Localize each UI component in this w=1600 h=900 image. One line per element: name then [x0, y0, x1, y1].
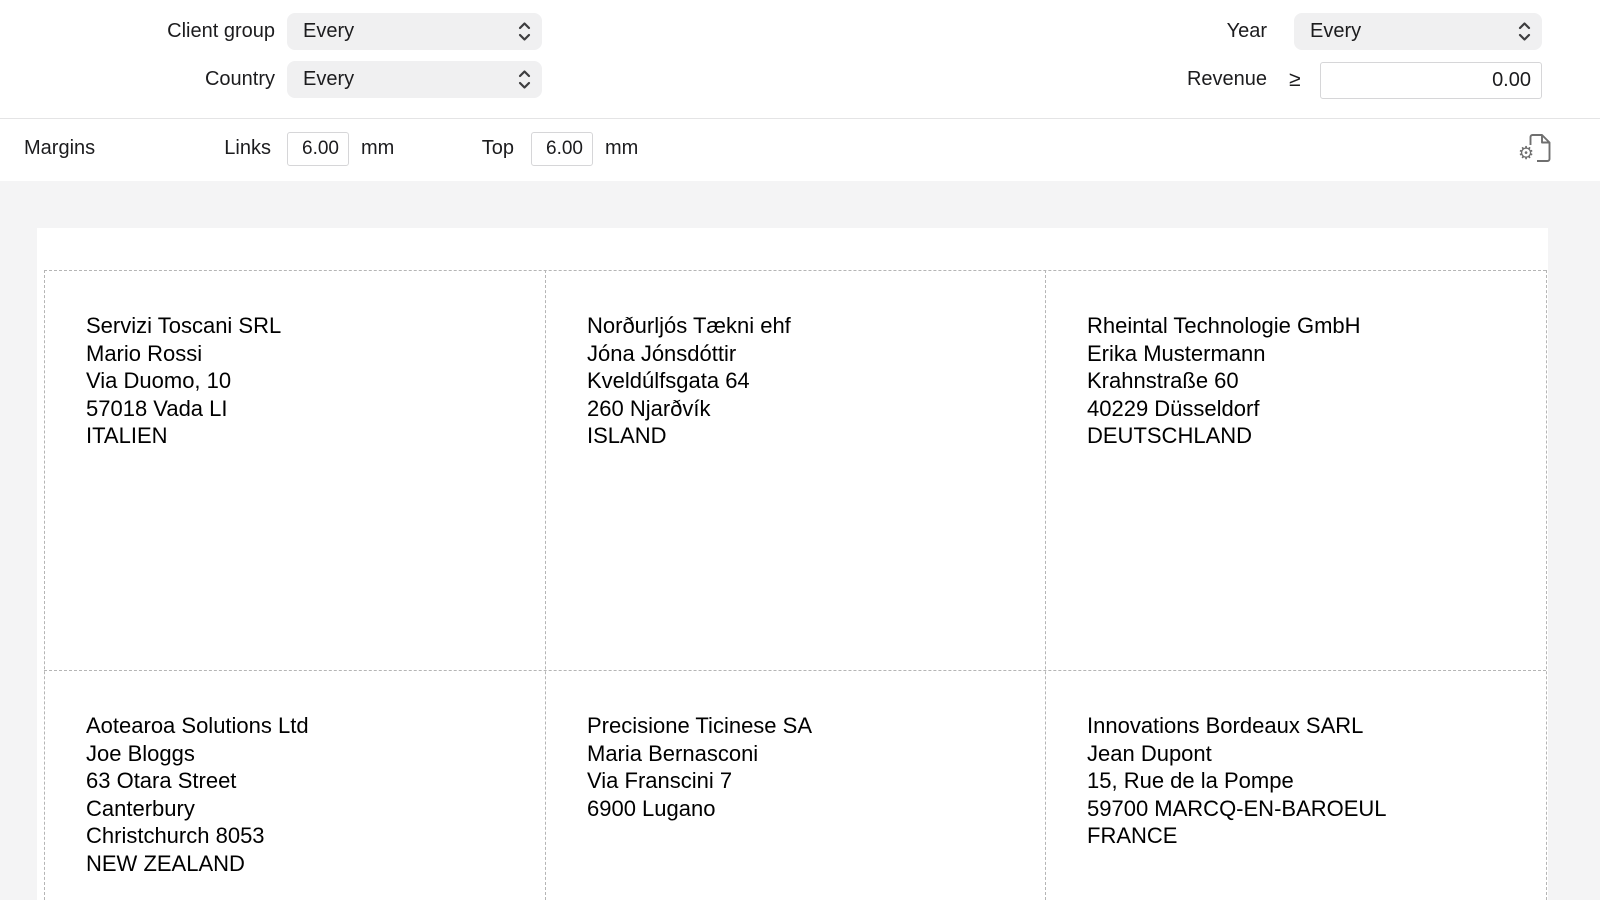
address-label: Aotearoa Solutions LtdJoe Bloggs63 Otara…	[44, 670, 545, 900]
revenue-input[interactable]	[1320, 62, 1542, 99]
gear-icon: ⚙	[1518, 145, 1534, 163]
client-group-select[interactable]: Every	[287, 13, 542, 50]
address-line: 260 Njarðvík	[587, 395, 1035, 423]
year-select[interactable]: Every	[1294, 13, 1542, 50]
address-label: Precisione Ticinese SAMaria BernasconiVi…	[545, 670, 1045, 900]
client-group-value: Every	[287, 20, 354, 43]
filter-bar: Client group Every Country Every Year Ev…	[0, 0, 1600, 118]
margin-left-label: Links	[150, 137, 271, 160]
label-preview-area: Servizi Toscani SRLMario RossiVia Duomo,…	[0, 181, 1600, 900]
address-line: Krahnstraße 60	[1087, 367, 1536, 395]
address-line: 40229 Düsseldorf	[1087, 395, 1536, 423]
margins-bar: Margins Links mm Top mm ⚙	[0, 118, 1600, 182]
address-line: Jóna Jónsdóttir	[587, 340, 1035, 368]
margin-left-unit: mm	[361, 137, 394, 160]
address-line: Maria Bernasconi	[587, 740, 1035, 768]
address-line: Via Franscini 7	[587, 767, 1035, 795]
address-label: Rheintal Technologie GmbHErika Musterman…	[1045, 270, 1546, 670]
address-line: ISLAND	[587, 422, 1035, 450]
address-line: DEUTSCHLAND	[1087, 422, 1536, 450]
address-line: Servizi Toscani SRL	[86, 312, 535, 340]
address-line: 63 Otara Street	[86, 767, 535, 795]
address-line: Erika Mustermann	[1087, 340, 1536, 368]
label-sheet-page: Servizi Toscani SRLMario RossiVia Duomo,…	[37, 228, 1548, 900]
address-line: 57018 Vada LI	[86, 395, 535, 423]
margin-left-input[interactable]	[287, 132, 349, 166]
page-setup-button[interactable]: ⚙	[1521, 133, 1555, 171]
address-line: Via Duomo, 10	[86, 367, 535, 395]
grid-line	[1546, 270, 1547, 900]
margin-top-unit: mm	[605, 137, 638, 160]
margin-top-label: Top	[430, 137, 514, 160]
address-line: Joe Bloggs	[86, 740, 535, 768]
address-line: NEW ZEALAND	[86, 850, 535, 878]
address-line: 15, Rue de la Pompe	[1087, 767, 1536, 795]
margin-top-input[interactable]	[531, 132, 593, 166]
address-line: ITALIEN	[86, 422, 535, 450]
country-select[interactable]: Every	[287, 61, 542, 98]
year-value: Every	[1294, 20, 1361, 43]
address-label: Norðurljós Tækni ehfJóna JónsdóttirKveld…	[545, 270, 1045, 670]
address-label: Servizi Toscani SRLMario RossiVia Duomo,…	[44, 270, 545, 670]
chevron-up-down-icon	[1517, 20, 1532, 48]
revenue-label: Revenue	[1050, 68, 1267, 91]
address-line: Christchurch 8053	[86, 822, 535, 850]
address-line: Norðurljós Tækni ehf	[587, 312, 1035, 340]
chevron-up-down-icon	[517, 68, 532, 96]
address-line: FRANCE	[1087, 822, 1536, 850]
address-line: 59700 MARCQ-EN-BAROEUL	[1087, 795, 1536, 823]
year-label: Year	[1050, 20, 1267, 43]
address-line: Innovations Bordeaux SARL	[1087, 712, 1536, 740]
chevron-up-down-icon	[517, 20, 532, 48]
address-line: Aotearoa Solutions Ltd	[86, 712, 535, 740]
address-line: 6900 Lugano	[587, 795, 1035, 823]
client-group-label: Client group	[0, 20, 275, 43]
address-line: Rheintal Technologie GmbH	[1087, 312, 1536, 340]
margins-title: Margins	[24, 137, 95, 160]
greater-equal-symbol: ≥	[1289, 68, 1301, 92]
address-line: Precisione Ticinese SA	[587, 712, 1035, 740]
country-label: Country	[0, 68, 275, 91]
country-value: Every	[287, 68, 354, 91]
address-label: Innovations Bordeaux SARLJean Dupont15, …	[1045, 670, 1546, 900]
address-line: Jean Dupont	[1087, 740, 1536, 768]
address-line: Mario Rossi	[86, 340, 535, 368]
address-line: Canterbury	[86, 795, 535, 823]
address-line: Kveldúlfsgata 64	[587, 367, 1035, 395]
